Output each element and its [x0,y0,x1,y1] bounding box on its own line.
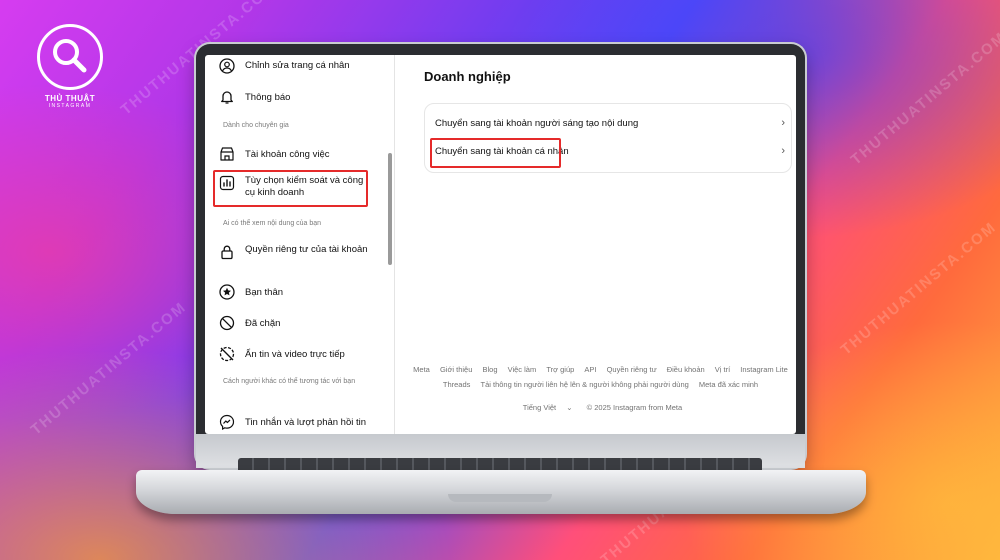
sidebar-item-edit-profile[interactable]: Chỉnh sửa trang cá nhân [219,58,369,74]
footer-bottom-row: Tiếng Việt ⌄ © 2025 Instagram from Meta [405,403,796,412]
search-logo-icon [37,24,103,90]
footer-link[interactable]: API [584,365,596,374]
chevron-down-icon: ⌄ [566,403,573,412]
chevron-right-icon: › [781,117,785,129]
footer-link[interactable]: Giới thiệu [440,365,472,374]
sidebar-item-messages[interactable]: Tin nhắn và lượt phản hồi tin [219,414,369,430]
footer-link[interactable]: Instagram Lite [740,365,788,374]
footer-link[interactable]: Trợ giúp [546,365,574,374]
logo-subtitle: INSTAGRAM [48,103,92,109]
sidebar-item-notifications[interactable]: Thông báo [219,89,369,105]
lock-icon [221,245,233,260]
footer-link[interactable]: Threads [443,380,471,389]
sidebar-item-label: Tài khoản công việc [245,149,330,160]
sidebar-item-label: Chỉnh sửa trang cá nhân [245,60,350,71]
logo-title: THỦ THUẬT [44,94,96,103]
page-title: Doanh nghiệp [424,69,511,84]
copyright: © 2025 Instagram from Meta [586,403,683,412]
sidebar-item-hide-story[interactable]: Ẩn tin và video trực tiếp [219,346,369,362]
footer-link[interactable]: Meta đã xác minh [699,380,758,389]
sidebar-item-close-friends[interactable]: Bạn thân [219,284,369,300]
site-logo: THỦ THUẬT INSTAGRAM [34,24,106,109]
language-label: Tiếng Việt [522,403,557,412]
language-selector[interactable]: Tiếng Việt ⌄ [519,403,577,412]
hide-story-icon [219,346,235,362]
sidebar-item-business-account[interactable]: Tài khoản công việc [219,146,369,162]
footer-link[interactable]: Quyền riêng tư [607,365,657,374]
settings-sidebar: Chỉnh sửa trang cá nhân Thông báo Dành c… [205,55,395,434]
laptop-notch [448,494,552,502]
option-switch-to-creator[interactable]: Chuyển sang tài khoản người sáng tạo nội… [435,113,785,133]
sidebar-scrollbar[interactable] [388,153,392,265]
sidebar-item-label: Bạn thân [245,287,284,298]
footer-links-row-1: Meta Giới thiệu Blog Việc làm Trợ giúp A… [405,365,796,374]
highlight-box-business-tools [213,170,368,207]
footer-link[interactable]: Blog [482,365,497,374]
laptop-base [136,470,866,514]
sidebar-item-label: Ẩn tin và video trực tiếp [245,349,345,360]
sidebar-item-label: Quyền riêng tư của tài khoản [245,244,368,255]
main-panel: Doanh nghiệp Chuyển sang tài khoản người… [405,55,796,434]
block-icon [219,315,235,331]
section-label-visibility: Ai có thể xem nội dung của bạn [223,220,322,227]
sidebar-item-label: Tin nhắn và lượt phản hồi tin [245,417,367,428]
user-circle-icon [219,58,235,74]
footer-link[interactable]: Meta [413,365,430,374]
footer-link[interactable]: Điều khoản [667,365,705,374]
section-label-professionals: Dành cho chuyên gia [223,122,289,129]
shop-icon [220,147,234,161]
footer-links-row-2: Threads Tải thông tin người liên hệ lên … [405,380,796,389]
section-label-interactions: Cách người khác có thể tương tác với bạn [223,378,356,385]
footer-link[interactable]: Vị trí [715,365,730,374]
chevron-right-icon: › [781,145,785,157]
sidebar-item-label: Đã chặn [245,318,281,329]
footer-link[interactable]: Việc làm [508,365,537,374]
star-icon [219,284,235,300]
footer-link[interactable]: Tải thông tin người liên hệ lên & người … [481,380,689,389]
option-label: Chuyển sang tài khoản người sáng tạo nội… [435,117,639,129]
sidebar-item-label: Thông báo [245,92,291,103]
highlight-box-personal-account [430,138,561,168]
bell-icon [221,91,233,104]
sidebar-item-blocked[interactable]: Đã chặn [219,315,369,331]
laptop-screen: Chỉnh sửa trang cá nhân Thông báo Dành c… [205,55,796,434]
sidebar-item-account-privacy[interactable]: Quyền riêng tư của tài khoản [219,244,369,260]
messenger-icon [219,414,235,430]
